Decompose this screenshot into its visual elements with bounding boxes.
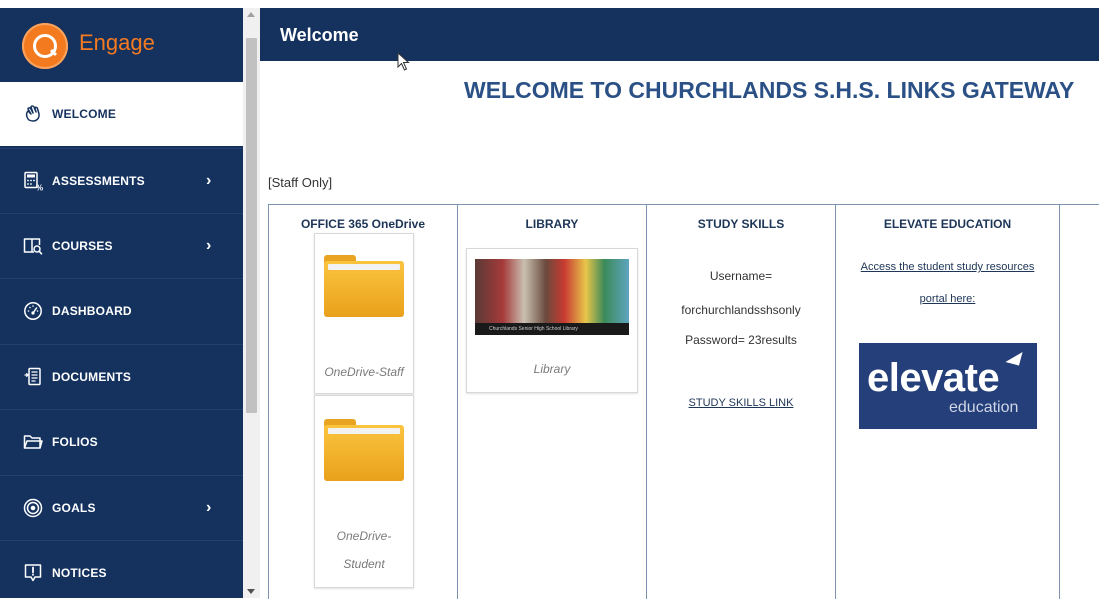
sidebar-item-label: WELCOME (52, 107, 117, 121)
library-photo: Churchlands Senior High School Library (475, 259, 629, 335)
folder-icon (324, 255, 404, 317)
sidebar-item-label: ASSESSMENTS (52, 173, 145, 188)
sidebar-item-label: FOLIOS (52, 434, 98, 449)
gateway-heading: WELCOME TO CHURCHLANDS S.H.S. LINKS GATE… (464, 77, 1075, 103)
elevate-logo-word: elevate (867, 356, 1000, 400)
calculator-percent-icon: % (23, 171, 43, 191)
svg-text:%: % (36, 183, 43, 191)
tile-caption: OneDrive- (336, 529, 392, 543)
sidebar-item-welcome[interactable]: WELCOME (0, 82, 243, 146)
onedrive-staff-tile[interactable]: OneDrive-Staff (314, 233, 414, 394)
sidebar-item-label: COURSES (52, 238, 113, 253)
sidebar-item-assessments[interactable]: % ASSESSMENTS › (0, 148, 243, 212)
staff-only-label: [Staff Only] (268, 175, 333, 190)
brand-name: Engage (79, 30, 155, 55)
study-skills-column: STUDY SKILLS Username= forchurchlandsshs… (647, 205, 836, 599)
sidebar-item-goals[interactable]: GOALS › (0, 475, 243, 539)
column-title: OFFICE 365 OneDrive (300, 217, 426, 231)
arrow-icon (1005, 348, 1023, 366)
elevate-logo-sub: education (949, 399, 1019, 416)
scroll-down-arrow-icon[interactable] (247, 589, 255, 594)
sidebar-item-documents[interactable]: DOCUMENTS (0, 344, 243, 408)
tile-caption: Student (343, 557, 385, 571)
tile-caption: Library (533, 362, 571, 376)
hand-wave-icon (23, 104, 43, 124)
mouse-cursor-icon (397, 52, 410, 71)
chevron-right-icon: › (206, 498, 212, 516)
office365-column: OFFICE 365 OneDrive OneDrive-Staff OneDr… (269, 205, 458, 599)
sidebar-scrollbar[interactable] (243, 8, 260, 598)
scroll-thumb[interactable] (246, 38, 257, 413)
partial-column (1060, 205, 1099, 599)
elevate-portal-link[interactable]: Access the student study resources (861, 261, 1035, 273)
folder-icon (324, 419, 404, 481)
sidebar-item-label: GOALS (52, 500, 96, 515)
sidebar-item-label: DASHBOARD (52, 303, 132, 318)
sidebar-item-folios[interactable]: FOLIOS (0, 409, 243, 473)
top-strip (0, 0, 1099, 8)
username-value: forchurchlandsshsonly (681, 303, 801, 317)
page-header: Welcome (260, 8, 1099, 61)
column-title: STUDY SKILLS (697, 217, 785, 231)
sidebar-item-dashboard[interactable]: DASHBOARD (0, 278, 243, 342)
column-title: ELEVATE EDUCATION (883, 217, 1012, 231)
elevate-column: ELEVATE EDUCATION Access the student stu… (836, 205, 1060, 599)
gauge-icon (23, 301, 43, 321)
sidebar-item-notices[interactable]: NOTICES (0, 540, 243, 604)
chevron-right-icon: › (206, 236, 212, 254)
onedrive-student-tile[interactable]: OneDrive- Student (314, 395, 414, 588)
sidebar: Engage WELCOME % ASSESSMENTS › COURSES ›… (0, 8, 243, 598)
column-title: LIBRARY (525, 217, 579, 231)
links-table: OFFICE 365 OneDrive OneDrive-Staff OneDr… (268, 204, 1099, 599)
sidebar-item-label: DOCUMENTS (52, 369, 132, 384)
elevate-logo[interactable]: elevate education (859, 343, 1037, 429)
document-list-icon (23, 367, 43, 387)
target-icon (23, 498, 43, 518)
username-label: Username= (709, 269, 773, 283)
library-photo-caption: Churchlands Senior High School Library (475, 323, 629, 335)
elevate-portal-link-cont[interactable]: portal here: (920, 293, 976, 305)
sidebar-item-courses[interactable]: COURSES › (0, 213, 243, 277)
password-text: Password= 23results (685, 333, 797, 347)
chevron-right-icon: › (206, 171, 212, 189)
brand[interactable]: Engage (0, 8, 243, 82)
scroll-up-arrow-icon[interactable] (247, 12, 255, 17)
engage-logo-icon (22, 23, 68, 69)
notice-alert-icon (23, 563, 43, 583)
sidebar-item-label: NOTICES (52, 565, 107, 580)
study-skills-link[interactable]: STUDY SKILLS LINK (689, 397, 794, 409)
library-tile[interactable]: Churchlands Senior High School Library L… (466, 248, 638, 393)
page-title: Welcome (280, 25, 359, 45)
tile-caption: OneDrive-Staff (324, 365, 404, 379)
book-search-icon (23, 236, 43, 256)
folder-outline-icon (23, 432, 43, 452)
library-column: LIBRARY Churchlands Senior High School L… (458, 205, 647, 599)
